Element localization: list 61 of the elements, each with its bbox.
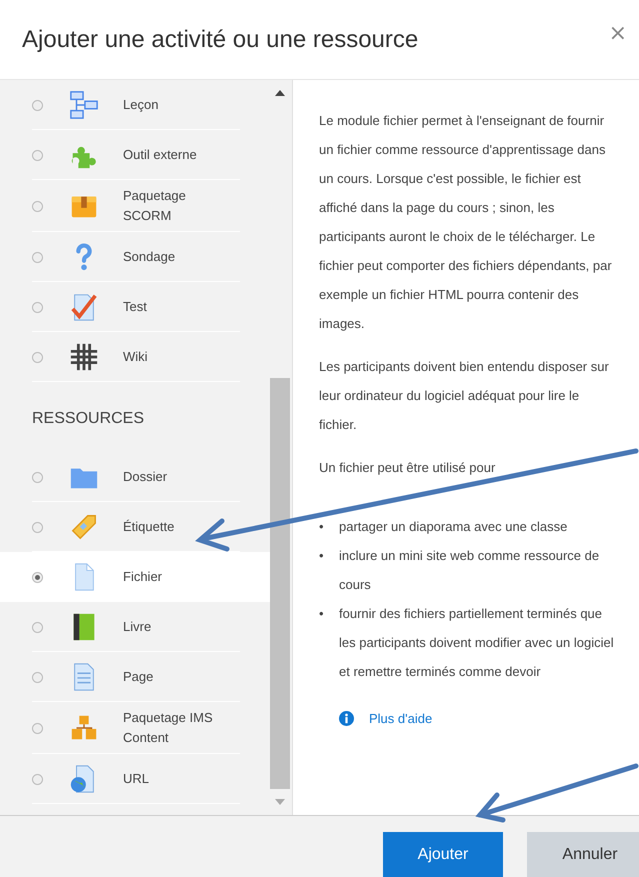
radio-button[interactable] bbox=[32, 352, 43, 362]
scroll-up-icon[interactable] bbox=[275, 90, 285, 96]
module-option[interactable]: Livre bbox=[0, 602, 270, 652]
module-option[interactable]: Paquetage IMS Content bbox=[0, 702, 270, 754]
info-icon bbox=[339, 711, 354, 726]
module-label: Page bbox=[123, 668, 154, 686]
radio-button[interactable] bbox=[32, 100, 43, 110]
radio-button[interactable] bbox=[32, 622, 43, 632]
radio-button[interactable] bbox=[32, 774, 43, 784]
scroll-down-icon[interactable] bbox=[275, 799, 285, 805]
module-label: URL bbox=[123, 770, 150, 788]
module-label: Livre bbox=[123, 618, 152, 636]
description-paragraph: Les participants doivent bien entendu disposer sur leur ordinateur du logiciel adéquat pour lire le fichier. bbox=[319, 358, 610, 434]
module-label: Test bbox=[123, 298, 148, 316]
module-option[interactable]: URL bbox=[0, 754, 270, 804]
dialog-title: Ajouter une activité ou une ressource bbox=[22, 26, 418, 54]
radio-button[interactable] bbox=[32, 472, 43, 482]
module-option[interactable]: Wiki bbox=[0, 332, 270, 382]
module-label: Outil externe bbox=[123, 146, 198, 164]
help-link[interactable]: Plus d'aide bbox=[369, 704, 432, 733]
bullet-marker: • bbox=[319, 518, 325, 536]
radio-button[interactable] bbox=[32, 150, 43, 160]
radio-button[interactable] bbox=[32, 722, 43, 734]
module-option[interactable]: Page bbox=[0, 652, 270, 702]
radio-button[interactable] bbox=[32, 572, 43, 582]
cancel-button[interactable]: Annuler bbox=[527, 832, 639, 877]
module-label: Paquetage SCORM bbox=[123, 187, 187, 225]
add-button[interactable]: Ajouter bbox=[383, 832, 503, 877]
module-label: Fichier bbox=[123, 568, 164, 586]
scrollbar-thumb[interactable] bbox=[270, 378, 290, 789]
section-heading: RESSOURCES bbox=[31, 409, 146, 429]
module-option[interactable]: Test bbox=[0, 282, 270, 332]
bullet-item: fournir des fichiers partiellement terminés que les participants doivent modifier avec un logiciel et remettre terminés comme devoir bbox=[339, 605, 615, 681]
flowchart-icon bbox=[69, 90, 99, 120]
radio-button[interactable] bbox=[32, 302, 43, 312]
bullet-item: partager un diaporama avec une classe bbox=[339, 518, 568, 536]
module-option[interactable]: Dossier bbox=[0, 452, 270, 502]
module-label: Paquetage IMS Content bbox=[123, 709, 214, 747]
tag-icon bbox=[69, 512, 99, 542]
module-option[interactable]: Leçon bbox=[0, 80, 270, 130]
radio-button[interactable] bbox=[32, 200, 43, 212]
module-label: Leçon bbox=[123, 96, 160, 114]
bullet-marker: • bbox=[319, 605, 325, 623]
description-paragraph: Un fichier peut être utilisé pour bbox=[319, 459, 496, 477]
radio-button[interactable] bbox=[32, 522, 43, 532]
description-paragraph: Le module fichier permet à l'enseignant de fournir un fichier comme ressource d'apprentissage dans un cours. Lorsque c'est possible, le fichier est affiché dans la page du cours ; sinon, les participants auront le choix de le télécharger. Le fichier peut comporter des fichiers dépendants, par exemple un fichier HTML pourra contenir des images. bbox=[319, 112, 613, 333]
module-label: Étiquette bbox=[123, 518, 176, 536]
wiki-icon bbox=[69, 342, 99, 372]
module-option[interactable]: Étiquette bbox=[0, 502, 270, 552]
module-label: Wiki bbox=[123, 348, 149, 366]
module-label: Dossier bbox=[123, 468, 168, 486]
module-option[interactable]: Outil externe bbox=[0, 130, 270, 180]
radio-button[interactable] bbox=[32, 252, 43, 262]
close-button[interactable]: × bbox=[600, 17, 635, 50]
module-option[interactable]: Paquetage SCORM bbox=[0, 180, 270, 232]
checkmark-document-icon bbox=[69, 292, 99, 322]
bullet-marker: • bbox=[319, 547, 325, 565]
module-option[interactable]: Sondage bbox=[0, 232, 270, 282]
module-option[interactable]: Fichier bbox=[0, 552, 270, 602]
radio-button[interactable] bbox=[32, 672, 43, 682]
module-label: Sondage bbox=[123, 248, 176, 266]
